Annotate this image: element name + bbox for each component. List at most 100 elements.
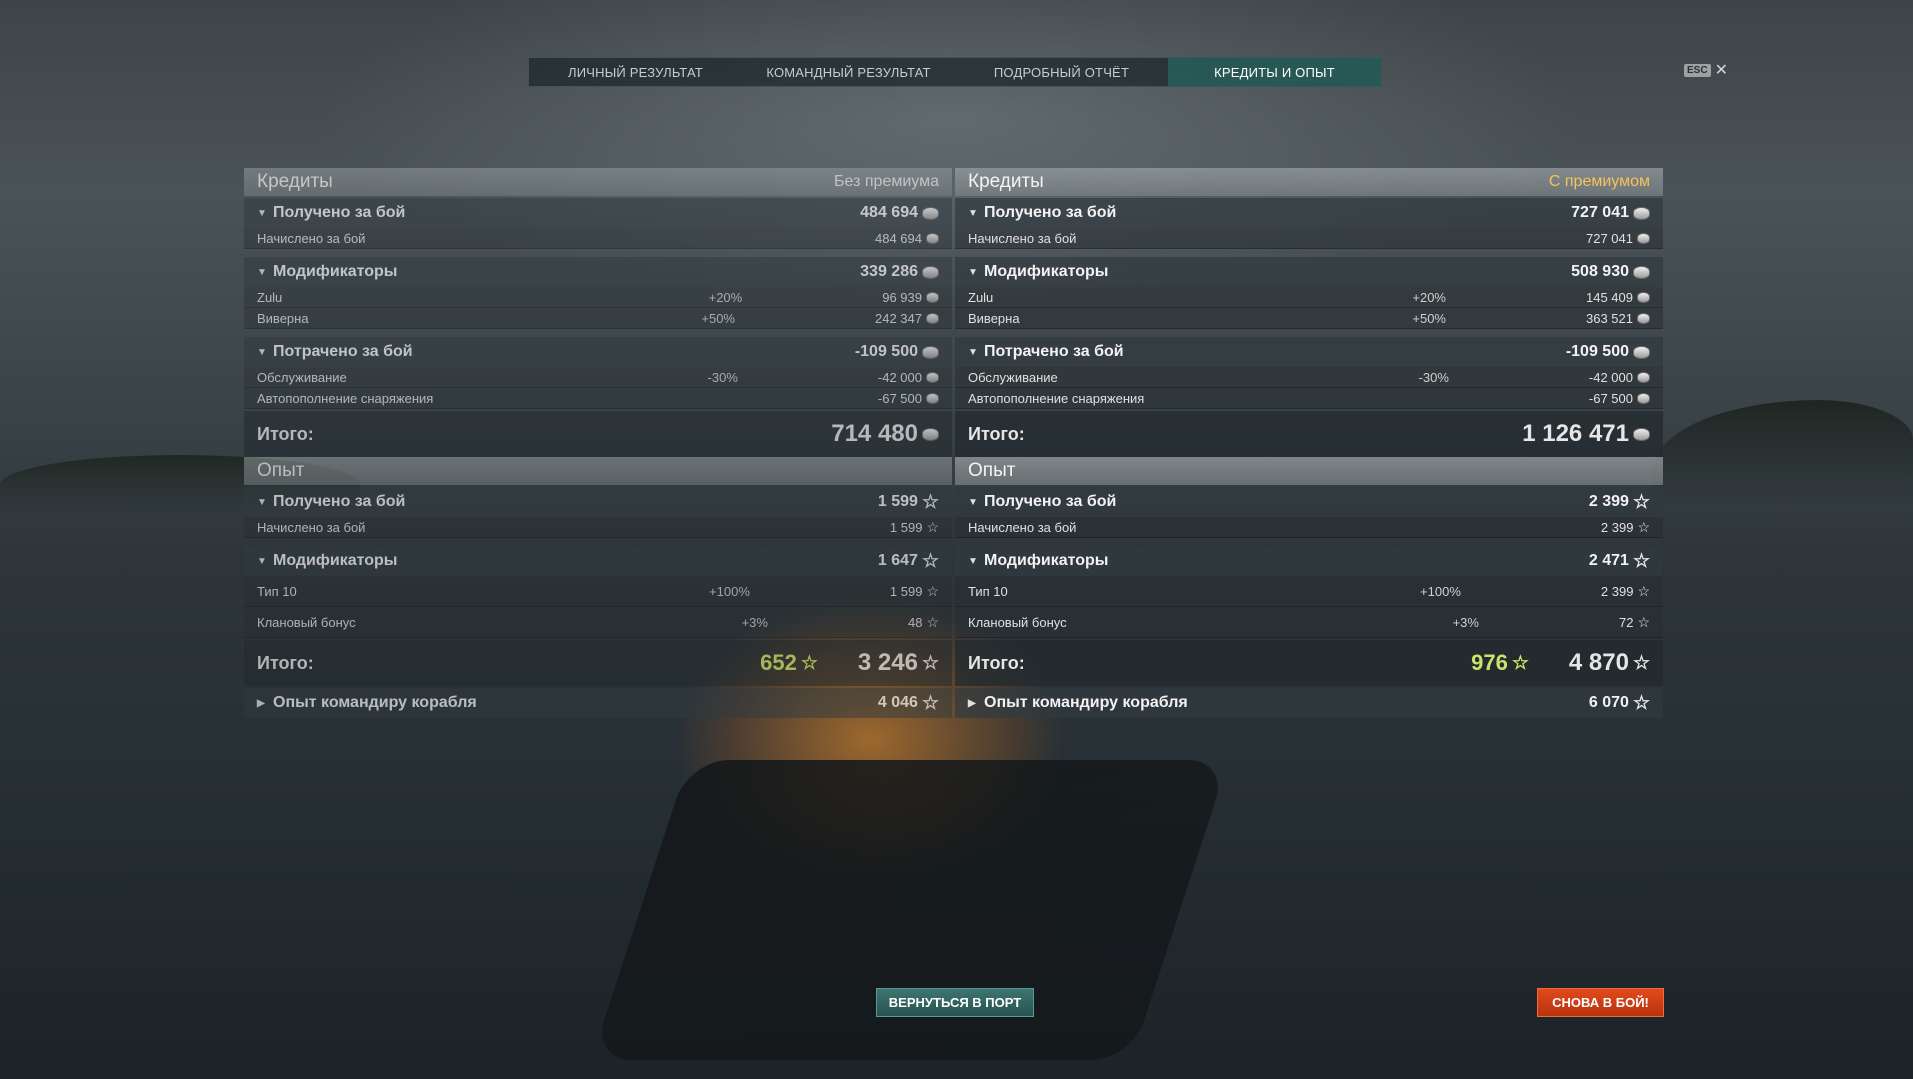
row-value: 727 041 [1586, 230, 1633, 246]
credits-subtitle: Без премиума [834, 173, 939, 190]
triangle-down-icon: ▼ [968, 207, 978, 219]
row-xp-modifier: Клановый бонус +3% 48 ☆ [244, 607, 952, 638]
total-label: Итого: [968, 423, 1025, 444]
group-xp-modifiers[interactable]: ▼ Модификаторы 2 471 ☆ [955, 546, 1663, 576]
coin-icon [1637, 371, 1650, 383]
row-percent: +50% [701, 310, 735, 326]
star-icon: ☆ [1632, 652, 1650, 674]
row-xp-earned: Начислено за бой 2 399 ☆ [955, 517, 1663, 538]
group-label: Опыт командиру корабля [273, 694, 477, 711]
xp-total: Итого: 976 ☆ 4 870 ☆ [955, 640, 1663, 686]
coin-icon [922, 345, 939, 359]
xp-total: Итого: 652 ☆ 3 246 ☆ [244, 640, 952, 686]
panel-without-premium: Кредиты Без премиума ▼ Получено за бой 4… [244, 168, 952, 718]
group-xp-earned[interactable]: ▼ Получено за бой 1 599 ☆ [244, 487, 952, 517]
row-value: 2 399 [1600, 519, 1634, 535]
battle-again-button[interactable]: СНОВА В БОЙ! [1537, 988, 1664, 1017]
coin-icon [1633, 427, 1650, 441]
credits-total: Итого: 1 126 471 [955, 411, 1663, 457]
panel-with-premium: Кредиты С премиумом ▼ Получено за бой 72… [955, 168, 1663, 718]
triangle-down-icon: ▼ [968, 346, 978, 358]
coin-icon [922, 265, 939, 279]
row-label: Начислено за бой [968, 519, 1077, 535]
row-value: -42 000 [1588, 369, 1633, 385]
star-icon: ☆ [1637, 613, 1650, 630]
return-to-port-button[interactable]: ВЕРНУТЬСЯ В ПОРТ [876, 988, 1034, 1017]
group-value: 727 041 [1571, 204, 1629, 221]
row-value: -67 500 [1588, 390, 1633, 406]
triangle-down-icon: ▼ [968, 266, 978, 278]
total-value: 714 480 [831, 420, 918, 447]
coin-icon [922, 427, 939, 441]
row-label: Обслуживание [968, 369, 1058, 385]
row-modifier: Zulu +20% 145 409 [955, 287, 1663, 308]
row-xp-modifier: Клановый бонус +3% 72 ☆ [955, 607, 1663, 638]
row-modifier: Виверна +50% 242 347 [244, 308, 952, 329]
group-earned[interactable]: ▼ Получено за бой 484 694 [244, 198, 952, 228]
tab-team-result[interactable]: КОМАНДНЫЙ РЕЗУЛЬТАТ [742, 58, 955, 86]
tab-credits-and-xp[interactable]: КРЕДИТЫ И ОПЫТ [1168, 58, 1381, 86]
group-value: 508 930 [1571, 263, 1629, 280]
row-label: Клановый бонус [968, 614, 1067, 630]
row-label: Виверна [968, 310, 1020, 326]
star-icon: ☆ [1632, 491, 1650, 513]
close-icon: ✕ [1714, 62, 1728, 79]
group-modifiers[interactable]: ▼ Модификаторы 339 286 [244, 257, 952, 287]
row-label: Виверна [257, 310, 309, 326]
row-label: Тип 10 [968, 583, 1008, 599]
coin-icon [1637, 232, 1650, 244]
row-earned: Начислено за бой 727 041 [955, 228, 1663, 249]
group-value: 2 399 [1588, 493, 1629, 510]
row-spent: Автопополнение снаряжения -67 500 [955, 388, 1663, 409]
group-label: Модификаторы [984, 263, 1109, 280]
group-spent[interactable]: ▼ Потрачено за бой -109 500 [955, 337, 1663, 367]
triangle-down-icon: ▼ [968, 555, 978, 567]
row-value: 484 694 [875, 230, 922, 246]
group-xp-modifiers[interactable]: ▼ Модификаторы 1 647 ☆ [244, 546, 952, 576]
group-value: 2 471 [1588, 552, 1629, 569]
triangle-down-icon: ▼ [257, 207, 267, 219]
total-value: 1 126 471 [1522, 420, 1629, 447]
tab-personal-result[interactable]: ЛИЧНЫЙ РЕЗУЛЬТАТ [529, 58, 742, 86]
row-value: 242 347 [875, 310, 922, 326]
coin-icon [1633, 265, 1650, 279]
group-spent[interactable]: ▼ Потрачено за бой -109 500 [244, 337, 952, 367]
coin-icon [1633, 206, 1650, 220]
triangle-right-icon: ▶ [968, 697, 976, 709]
total-value: 4 870 [1568, 649, 1629, 676]
group-commander-xp[interactable]: ▶ Опыт командиру корабля 6 070 ☆ [955, 688, 1663, 718]
row-value: 145 409 [1586, 289, 1633, 305]
star-icon: ☆ [1632, 692, 1650, 714]
group-modifiers[interactable]: ▼ Модификаторы 508 930 [955, 257, 1663, 287]
tab-detailed-report[interactable]: ПОДРОБНЫЙ ОТЧЁТ [955, 58, 1168, 86]
group-commander-xp[interactable]: ▶ Опыт командиру корабля 4 046 ☆ [244, 688, 952, 718]
star-icon: ☆ [926, 582, 939, 599]
total-value: 3 246 [857, 649, 918, 676]
row-label: Zulu [968, 289, 994, 305]
row-label: Тип 10 [257, 583, 297, 599]
group-label: Потрачено за бой [273, 343, 413, 360]
group-label: Получено за бой [273, 204, 406, 221]
star-icon: ☆ [921, 652, 939, 674]
group-value: 339 286 [860, 263, 918, 280]
coin-icon [922, 206, 939, 220]
free-xp: 976 ☆ [1471, 650, 1529, 676]
row-percent: +100% [709, 583, 750, 599]
group-value: 6 070 [1588, 694, 1629, 711]
triangle-down-icon: ▼ [257, 496, 267, 508]
credits-title: Кредиты [968, 171, 1044, 192]
credits-total: Итого: 714 480 [244, 411, 952, 457]
star-icon: ☆ [1632, 550, 1650, 572]
esc-close-button[interactable]: ESC ✕ [1684, 60, 1728, 80]
row-percent: +20% [708, 289, 743, 305]
triangle-right-icon: ▶ [257, 697, 265, 709]
group-xp-earned[interactable]: ▼ Получено за бой 2 399 ☆ [955, 487, 1663, 517]
star-icon: ☆ [800, 652, 818, 674]
row-percent: +3% [741, 614, 768, 630]
row-value: 48 [907, 614, 923, 630]
coin-icon [926, 291, 939, 303]
star-icon: ☆ [1637, 518, 1650, 535]
row-value: -67 500 [877, 390, 922, 406]
group-earned[interactable]: ▼ Получено за бой 727 041 [955, 198, 1663, 228]
row-value: -42 000 [877, 369, 922, 385]
